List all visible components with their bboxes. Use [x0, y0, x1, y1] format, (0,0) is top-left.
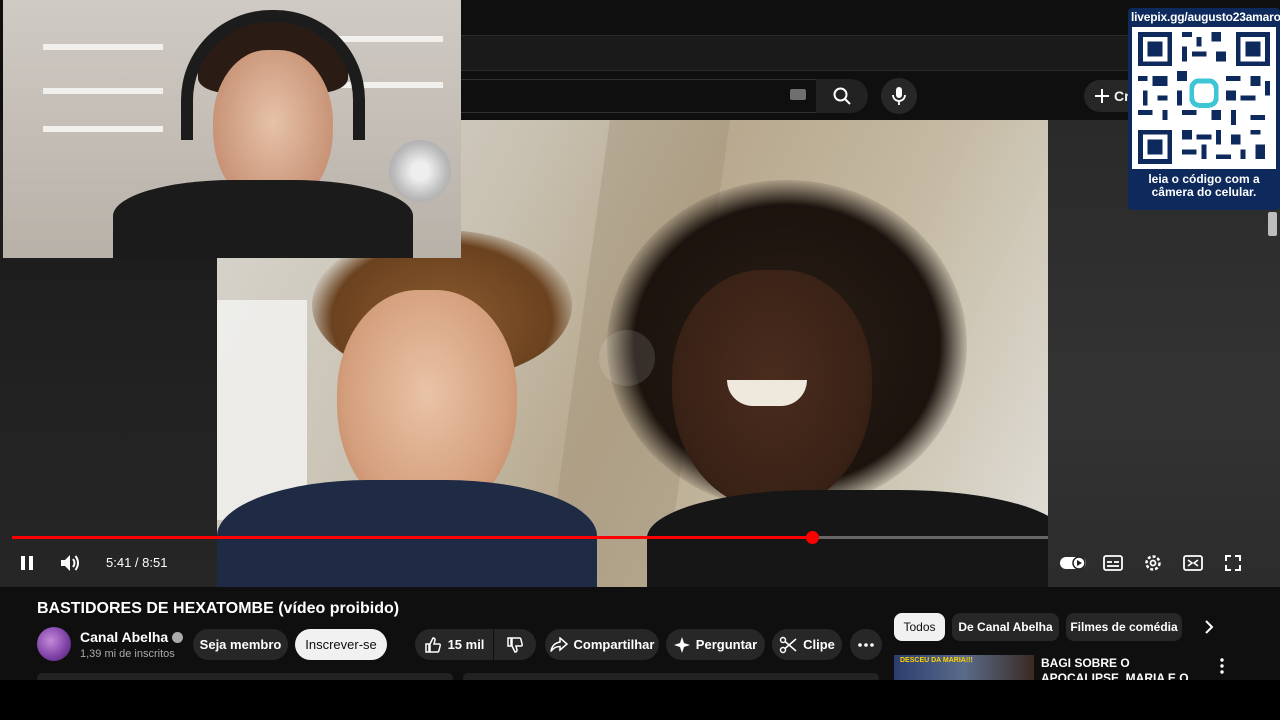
progress-bar[interactable] [12, 531, 1048, 544]
thumbs-down-icon [507, 636, 523, 653]
join-label: Seja membro [199, 637, 282, 652]
search-button[interactable] [816, 79, 868, 113]
recommendation-menu-button[interactable] [1214, 656, 1230, 676]
shelf [43, 126, 163, 132]
recommendation-title[interactable]: BAGI SOBRE O APOCALIPSE, MARIA E O PLANO… [1041, 656, 1211, 682]
time-display: 5:41 / 8:51 [106, 555, 168, 570]
livepix-overlay: livepix.gg/augusto23amaro leia o código [1128, 8, 1280, 210]
chips-next-button[interactable] [1196, 614, 1222, 640]
channel-name-text: Canal Abelha [80, 629, 169, 645]
like-count: 15 mil [447, 637, 485, 652]
progress-fill [12, 536, 812, 539]
chip-channel[interactable]: De Canal Abelha [952, 613, 1059, 641]
ask-button[interactable]: Perguntar [666, 629, 765, 660]
fan-icon [389, 140, 451, 202]
channel-avatar[interactable] [37, 627, 71, 661]
thumbnail-text: DESCEU DA MARIA!!! [900, 657, 973, 664]
shelf [43, 44, 163, 50]
chip-comedy[interactable]: Filmes de comédia [1066, 613, 1182, 641]
person-left-sweater [217, 480, 597, 587]
thumbs-up-icon [424, 636, 441, 653]
clip-label: Clipe [803, 637, 835, 652]
share-label: Compartilhar [573, 637, 655, 652]
settings-button[interactable] [1140, 551, 1166, 575]
subtitles-button[interactable] [1100, 551, 1126, 575]
qr-caption-line2: câmera do celular. [1151, 185, 1257, 199]
sparkle-icon [673, 636, 690, 653]
share-button[interactable]: Compartilhar [545, 629, 659, 660]
volume-icon [61, 555, 79, 571]
gear-icon [1145, 555, 1161, 571]
voice-search-button[interactable] [881, 78, 917, 114]
join-button[interactable]: Seja membro [193, 629, 288, 660]
keyboard-icon[interactable] [790, 89, 806, 100]
verified-icon [172, 632, 184, 643]
pause-button[interactable] [14, 551, 40, 575]
chip-channel-label: De Canal Abelha [958, 620, 1053, 634]
plus-icon [1095, 89, 1109, 103]
qr-url: livepix.gg/augusto23amaro [1131, 10, 1280, 24]
like-button[interactable]: 15 mil [415, 629, 493, 660]
more-horizontal-icon [858, 642, 874, 647]
qr-code-pattern [1137, 31, 1271, 165]
more-actions-button[interactable] [850, 629, 882, 660]
dislike-button[interactable] [494, 629, 536, 660]
screen-bottom-bar [0, 680, 1280, 720]
pause-indicator [599, 330, 655, 386]
subtitles-icon [1103, 555, 1123, 571]
ask-label: Perguntar [695, 637, 758, 652]
autoplay-toggle[interactable] [1058, 553, 1088, 573]
share-icon [549, 636, 568, 652]
pause-icon [21, 556, 33, 570]
channel-name[interactable]: Canal Abelha [80, 629, 184, 645]
shelf [43, 88, 163, 94]
headphones-icon [181, 10, 365, 140]
volume-button[interactable] [56, 549, 84, 577]
fullscreen-icon [1225, 555, 1241, 571]
subscribe-label: Inscrever-se [305, 637, 377, 652]
chip-all-label: Todos [903, 620, 936, 634]
webcam-person-shirt [113, 180, 413, 258]
screen: Cr 5:41 / 8:51 livepix.gg/augusto23amaro… [0, 0, 1280, 720]
qr-caption: leia o código com a câmera do celular. [1131, 173, 1277, 199]
miniplayer-icon [1183, 555, 1203, 571]
progress-scrubber[interactable] [805, 531, 819, 544]
fullscreen-button[interactable] [1220, 551, 1246, 575]
miniplayer-button[interactable] [1180, 551, 1206, 575]
mic-icon [892, 87, 906, 105]
scrollbar-thumb[interactable] [1268, 212, 1277, 236]
more-vertical-icon [1220, 658, 1224, 674]
search-input[interactable] [460, 79, 822, 113]
video-title: BASTIDORES DE HEXATOMBE (vídeo proibido) [37, 600, 400, 617]
chevron-right-icon [1205, 620, 1214, 634]
scissors-icon [779, 636, 797, 653]
chip-comedy-label: Filmes de comédia [1070, 620, 1178, 634]
subscriber-count: 1,39 mi de inscritos [80, 648, 175, 660]
streamer-webcam [3, 0, 461, 258]
qr-code [1132, 27, 1276, 169]
chip-all[interactable]: Todos [894, 613, 945, 641]
autoplay-toggle-icon [1060, 556, 1086, 570]
clip-button[interactable]: Clipe [772, 629, 842, 660]
subscribe-button[interactable]: Inscrever-se [295, 629, 387, 660]
search-icon [833, 87, 851, 105]
